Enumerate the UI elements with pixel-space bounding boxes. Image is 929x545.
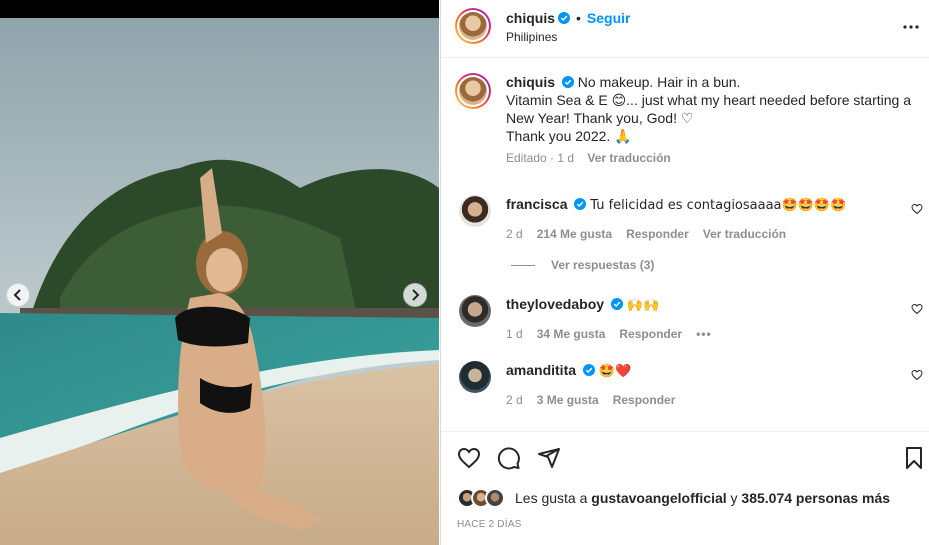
post-side-panel: chiquis • Seguir Philipines chiquis No m… xyxy=(440,0,929,545)
comment-text: 🙌🙌 xyxy=(626,298,660,313)
carousel-prev-button[interactable] xyxy=(6,283,30,307)
likes-summary: Les gusta a gustavoangelofficial y 385.0… xyxy=(457,488,890,508)
verified-badge-icon xyxy=(574,198,587,210)
view-replies-label: Ver respuestas (3) xyxy=(551,258,655,272)
caption-edited-time: Editado · 1 d xyxy=(506,151,575,165)
commenter-avatar[interactable] xyxy=(459,295,491,327)
caption-avatar[interactable] xyxy=(455,73,491,109)
bookmark-icon[interactable] xyxy=(902,446,926,470)
view-replies-button[interactable]: Ver respuestas (3) xyxy=(511,258,654,272)
separator-dot: • xyxy=(576,10,581,26)
caption-line-1: No makeup. Hair in a bun. xyxy=(577,74,741,90)
commenter-username[interactable]: theylovedaboy xyxy=(506,296,604,312)
verified-badge-icon xyxy=(558,12,571,24)
caption-translate-link[interactable]: Ver traducción xyxy=(587,151,670,165)
comment-text: 🤩❤️ xyxy=(598,364,632,379)
comment-item: amanditita 🤩❤️ 2 d 3 Me gusta Responder xyxy=(455,361,925,407)
comment-time: 2 d xyxy=(506,227,523,241)
replies-line xyxy=(511,264,535,266)
more-options-icon[interactable] xyxy=(902,18,920,36)
comment-heart-icon[interactable] xyxy=(911,369,923,381)
verified-badge-icon xyxy=(561,76,574,88)
comment-item: francisca Tu felicidad es contagiosaaaa🤩… xyxy=(455,195,925,241)
comment-more-options[interactable]: ••• xyxy=(696,327,712,341)
follow-button[interactable]: Seguir xyxy=(587,10,631,26)
comment-time: 1 d xyxy=(506,327,523,341)
commenter-username[interactable]: amanditita xyxy=(506,362,576,378)
commenter-avatar[interactable] xyxy=(459,195,491,227)
commenter-username[interactable]: francisca xyxy=(506,196,567,212)
comment-likes[interactable]: 3 Me gusta xyxy=(537,393,599,407)
comment-text: Tu felicidad es contagiosaaaa🤩🤩🤩🤩 xyxy=(590,198,847,213)
carousel-next-button[interactable] xyxy=(403,283,427,307)
comment-heart-icon[interactable] xyxy=(911,203,923,215)
author-avatar[interactable] xyxy=(455,8,491,44)
commenter-avatar[interactable] xyxy=(459,361,491,393)
post-photo xyxy=(0,18,439,545)
comment-icon[interactable] xyxy=(497,446,521,470)
comment-heart-icon[interactable] xyxy=(911,303,923,315)
post-actions: Les gusta a gustavoangelofficial y 385.0… xyxy=(441,431,929,545)
comments-section[interactable]: chiquis No makeup. Hair in a bun. Vitami… xyxy=(441,59,929,431)
post-location[interactable]: Philipines xyxy=(506,30,557,44)
likes-user-link[interactable]: gustavoangelofficial xyxy=(591,490,726,506)
likes-others-link[interactable]: 385.074 personas más xyxy=(741,490,890,506)
comment-item: theylovedaboy 🙌🙌 1 d 34 Me gusta Respond… xyxy=(455,295,925,341)
chevron-left-icon xyxy=(13,289,21,301)
liker-avatars xyxy=(457,488,507,508)
comment-likes[interactable]: 34 Me gusta xyxy=(537,327,606,341)
post-timestamp[interactable]: Hace 2 días xyxy=(457,519,521,530)
share-icon[interactable] xyxy=(537,446,561,470)
chevron-right-icon xyxy=(412,289,420,301)
caption-line-3: Thank you 2022. 🙏 xyxy=(506,128,632,144)
caption-username[interactable]: chiquis xyxy=(506,74,555,90)
comment-time: 2 d xyxy=(506,393,523,407)
author-username[interactable]: chiquis xyxy=(506,10,555,26)
verified-badge-icon xyxy=(582,364,595,376)
heart-icon[interactable] xyxy=(457,446,481,470)
post-media[interactable] xyxy=(0,0,439,545)
reply-button[interactable]: Responder xyxy=(619,327,682,341)
comment-likes[interactable]: 214 Me gusta xyxy=(537,227,612,241)
verified-badge-icon xyxy=(610,298,623,310)
likes-prefix: Les gusta a xyxy=(515,490,588,506)
caption-line-2: Vitamin Sea & E 😊... just what my heart … xyxy=(506,92,911,126)
likes-and: y xyxy=(730,490,738,506)
reply-button[interactable]: Responder xyxy=(613,393,676,407)
post-header: chiquis • Seguir Philipines xyxy=(441,0,929,58)
comment-translate-link[interactable]: Ver traducción xyxy=(703,227,786,241)
post-caption: chiquis No makeup. Hair in a bun. Vitami… xyxy=(455,73,925,165)
reply-button[interactable]: Responder xyxy=(626,227,689,241)
